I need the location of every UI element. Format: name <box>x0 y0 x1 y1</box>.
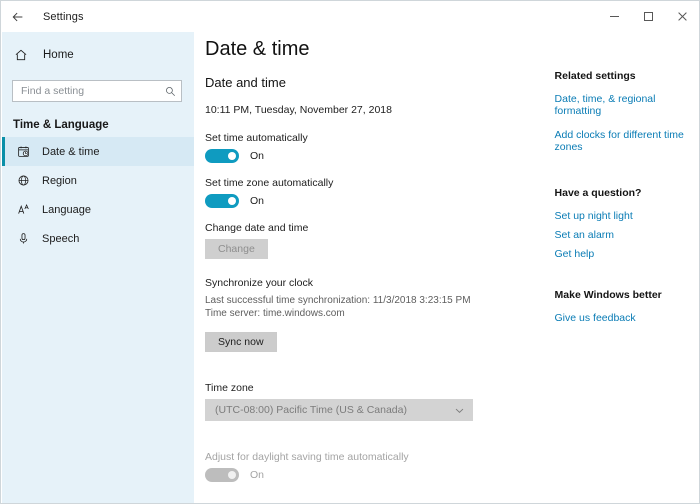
set-time-auto-label: Set time automatically <box>205 132 502 144</box>
question-link-set-alarm[interactable]: Set an alarm <box>555 229 699 241</box>
page-title: Date & time <box>205 38 699 61</box>
close-icon <box>677 11 688 22</box>
chevron-down-icon <box>454 405 465 416</box>
feedback-link[interactable]: Give us feedback <box>555 312 699 324</box>
time-zone-label: Time zone <box>205 382 502 394</box>
spacer <box>205 320 502 332</box>
sidebar-item-label: Date & time <box>42 146 99 158</box>
sidebar-item-language[interactable]: Language <box>2 195 194 224</box>
language-icon <box>14 203 32 216</box>
home-icon <box>14 48 34 62</box>
spacer <box>205 370 502 382</box>
close-button[interactable] <box>665 1 699 32</box>
spacer <box>205 352 502 370</box>
daylight-saving-toggle <box>205 468 239 482</box>
spacer <box>205 496 502 503</box>
set-timezone-auto-label: Set time zone automatically <box>205 177 502 189</box>
toggle-knob <box>228 152 236 160</box>
question-link-get-help[interactable]: Get help <box>555 248 699 260</box>
window-title: Settings <box>43 11 84 23</box>
back-button[interactable] <box>1 1 35 32</box>
sidebar-item-label: Region <box>42 175 77 187</box>
spacer <box>555 165 699 187</box>
related-settings-heading: Related settings <box>555 70 699 82</box>
spacer <box>205 421 502 439</box>
back-arrow-icon <box>11 10 25 24</box>
time-server-text: Time server: time.windows.com <box>205 307 502 320</box>
globe-icon <box>14 174 32 187</box>
search-box[interactable] <box>12 80 182 102</box>
spacer <box>555 267 699 289</box>
have-question-heading: Have a question? <box>555 187 699 199</box>
set-time-auto-toggle[interactable] <box>205 149 239 163</box>
sidebar-item-home[interactable]: Home <box>2 39 194 70</box>
sidebar-item-date-time[interactable]: Date & time <box>2 137 194 166</box>
make-better-heading: Make Windows better <box>555 289 699 301</box>
toggle-knob <box>228 197 236 205</box>
set-timezone-auto-row[interactable]: On <box>205 194 502 208</box>
main-content: Date & time Date and time 10:11 PM, Tues… <box>194 32 699 503</box>
minimize-icon <box>609 11 620 22</box>
minimize-button[interactable] <box>597 1 631 32</box>
sidebar-item-region[interactable]: Region <box>2 166 194 195</box>
search-icon[interactable] <box>165 86 176 97</box>
related-link-add-clocks[interactable]: Add clocks for different time zones <box>555 129 699 153</box>
spacer <box>205 259 502 277</box>
settings-window: Settings <box>0 0 700 504</box>
sidebar: Home Time & Language <box>2 32 194 503</box>
sidebar-section-title: Time & Language <box>2 119 194 131</box>
sync-now-button[interactable]: Sync now <box>205 332 277 352</box>
content-columns: Date and time 10:11 PM, Tuesday, Novembe… <box>194 61 699 503</box>
daylight-saving-state: On <box>250 469 264 481</box>
related-panel: Related settings Date, time, & regional … <box>502 61 699 503</box>
microphone-icon <box>14 232 32 245</box>
daylight-saving-row: On <box>205 468 502 482</box>
related-link-date-time-regional-formatting[interactable]: Date, time, & regional formatting <box>555 93 699 117</box>
caption-buttons <box>597 1 699 32</box>
spacer <box>205 439 502 451</box>
home-label: Home <box>43 49 74 61</box>
title-bar: Settings <box>1 1 699 32</box>
synchronize-label: Synchronize your clock <box>205 277 502 289</box>
sidebar-item-label: Language <box>42 204 91 216</box>
time-zone-dropdown[interactable]: (UTC-08:00) Pacific Time (US & Canada) <box>205 399 473 421</box>
set-timezone-auto-state: On <box>250 195 264 207</box>
current-datetime: 10:11 PM, Tuesday, November 27, 2018 <box>205 104 502 116</box>
set-time-auto-row[interactable]: On <box>205 149 502 163</box>
daylight-saving-label: Adjust for daylight saving time automati… <box>205 451 502 463</box>
change-button[interactable]: Change <box>205 239 268 259</box>
change-datetime-label: Change date and time <box>205 222 502 234</box>
calendar-clock-icon <box>14 145 32 158</box>
question-link-night-light[interactable]: Set up night light <box>555 210 699 222</box>
search-input[interactable] <box>21 85 165 97</box>
section-heading: Date and time <box>205 75 502 90</box>
time-zone-value: (UTC-08:00) Pacific Time (US & Canada) <box>215 404 407 416</box>
last-sync-text: Last successful time synchronization: 11… <box>205 294 502 307</box>
sidebar-item-speech[interactable]: Speech <box>2 224 194 253</box>
maximize-icon <box>643 11 654 22</box>
set-time-auto-state: On <box>250 150 264 162</box>
set-timezone-auto-toggle[interactable] <box>205 194 239 208</box>
settings-column: Date and time 10:11 PM, Tuesday, Novembe… <box>194 61 502 503</box>
maximize-button[interactable] <box>631 1 665 32</box>
toggle-knob <box>228 471 236 479</box>
sidebar-item-label: Speech <box>42 233 79 245</box>
